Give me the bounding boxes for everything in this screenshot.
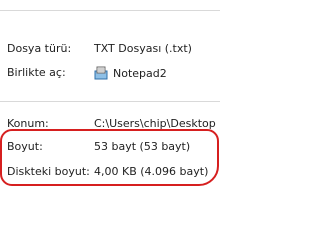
file-type-label: Dosya türü: bbox=[7, 42, 72, 55]
middle-separator bbox=[0, 101, 220, 102]
file-type-value: TXT Dosyası (.txt) bbox=[94, 42, 192, 55]
highlight-oval bbox=[0, 129, 219, 186]
top-separator bbox=[0, 10, 220, 11]
opens-with-row: Birlikte aç: bbox=[0, 66, 220, 82]
opens-with-value: Notepad2 bbox=[113, 67, 167, 80]
file-type-row: Dosya türü: TXT Dosyası (.txt) bbox=[0, 42, 220, 58]
opens-with-label: Birlikte aç: bbox=[7, 66, 66, 79]
notepad2-icon bbox=[94, 66, 108, 80]
